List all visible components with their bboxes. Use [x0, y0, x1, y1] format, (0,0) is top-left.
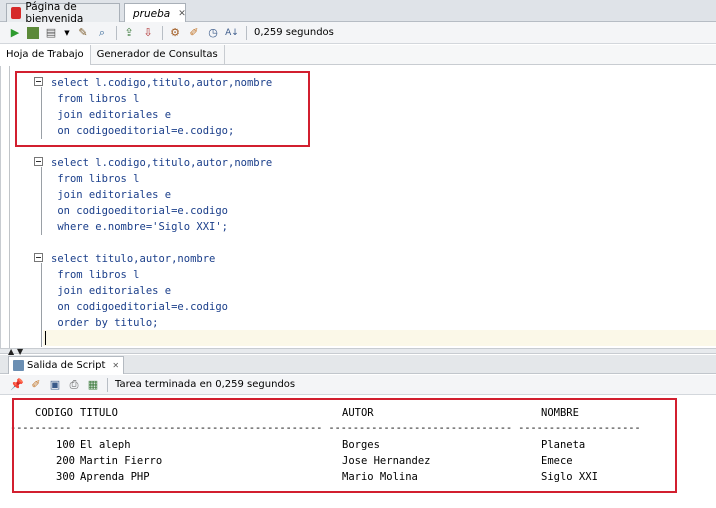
output-toolbar: 📌 ✐ ▣ ⎙ ▦ Tarea terminada en 0,259 segun… — [0, 375, 716, 395]
clear-output-icon[interactable]: ✐ — [29, 378, 43, 392]
oracle-icon — [11, 7, 22, 19]
autotrace-icon[interactable]: ▤ — [44, 26, 58, 40]
fold-toggle-icon[interactable] — [34, 253, 43, 262]
toolbar-separator — [162, 25, 163, 40]
save-icon[interactable]: ▣ — [48, 378, 62, 392]
open-icon[interactable]: ▦ — [86, 378, 100, 392]
close-tab-icon[interactable]: ✕ — [112, 361, 119, 370]
text-caret — [45, 331, 46, 345]
code-line: on codigoeditorial=e.codigo — [51, 301, 229, 313]
print-icon[interactable]: ⎙ — [67, 378, 81, 392]
tab-welcome-page[interactable]: Página de bienvenida — [6, 1, 120, 25]
tab-hoja-de-trabajo[interactable]: Hoja de Trabajo — [0, 44, 91, 65]
clear-icon[interactable]: ✐ — [187, 26, 201, 40]
dropdown-icon[interactable]: ▼ — [63, 26, 71, 40]
pin-icon[interactable]: 📌 — [10, 378, 24, 392]
code-line: select titulo,autor,nombre — [51, 253, 216, 265]
tab-script-output[interactable]: Salida de Script ✕ — [8, 356, 125, 374]
toolbar-separator — [107, 377, 108, 392]
tab-prueba-label: prueba — [133, 7, 171, 20]
code-line: join editoriales e — [51, 285, 172, 297]
code-line: select l.codigo,titulo,autor,nombre — [51, 157, 273, 169]
code-line: from libros l — [51, 173, 140, 185]
run-statement-icon[interactable]: ▶ — [8, 26, 22, 40]
code-line: on codigoeditorial=e.codigo — [51, 205, 229, 217]
history-icon[interactable]: ◷ — [206, 26, 220, 40]
tab-prueba[interactable]: prueba ✕ — [124, 3, 186, 23]
panel-splitter[interactable]: ▲ ▼ — [0, 347, 716, 356]
current-line-highlight — [43, 330, 716, 346]
code-line: join editoriales e — [51, 189, 172, 201]
close-tab-icon[interactable]: ✕ — [178, 9, 186, 19]
sql-editor[interactable]: select l.codigo,titulo,autor,nombre from… — [0, 66, 716, 348]
elapsed-time: 0,259 segundos — [254, 27, 334, 38]
worksheet-subtabs: Hoja de Trabajo Generador de Consultas — [0, 44, 716, 65]
document-tab-bar: Página de bienvenida prueba ✕ — [0, 0, 716, 25]
toolbar-separator — [116, 25, 117, 40]
script-output-icon — [13, 360, 24, 371]
sql-tuning-icon[interactable]: ⌕ — [95, 26, 109, 40]
code-line: where e.nombre='Siglo XXI'; — [51, 221, 229, 233]
explain-plan-icon[interactable]: ✎ — [76, 26, 90, 40]
editor-gutter — [9, 66, 10, 348]
code-line: order by titulo; — [51, 317, 159, 329]
script-output-label: Salida de Script — [27, 360, 106, 371]
code-line: from libros l — [51, 269, 140, 281]
toolbar-separator — [246, 25, 247, 40]
commit-icon[interactable]: ⇪ — [122, 26, 136, 40]
fold-bar — [41, 263, 42, 347]
unshared-sql-icon[interactable]: ⚙ — [168, 26, 182, 40]
worksheet-toolbar: ▶ ▤ ▼ ✎ ⌕ ⇪ ⇩ ⚙ ✐ ◷ A↓ 0,259 segundos — [0, 22, 716, 44]
output-tab-bar: Salida de Script ✕ — [0, 355, 716, 374]
fold-toggle-icon[interactable] — [34, 157, 43, 166]
format-icon[interactable]: A↓ — [225, 26, 239, 40]
fold-bar — [41, 167, 42, 235]
tab-generador-de-consultas[interactable]: Generador de Consultas — [91, 44, 225, 65]
run-script-icon[interactable] — [27, 26, 39, 39]
rollback-icon[interactable]: ⇩ — [141, 26, 155, 40]
highlight-box-results — [12, 398, 677, 493]
highlight-box-query — [15, 71, 310, 147]
task-status: Tarea terminada en 0,259 segundos — [115, 379, 296, 390]
script-output-area[interactable]: CODIGO TITULO AUTOR NOMBRE ---------- --… — [0, 396, 716, 508]
